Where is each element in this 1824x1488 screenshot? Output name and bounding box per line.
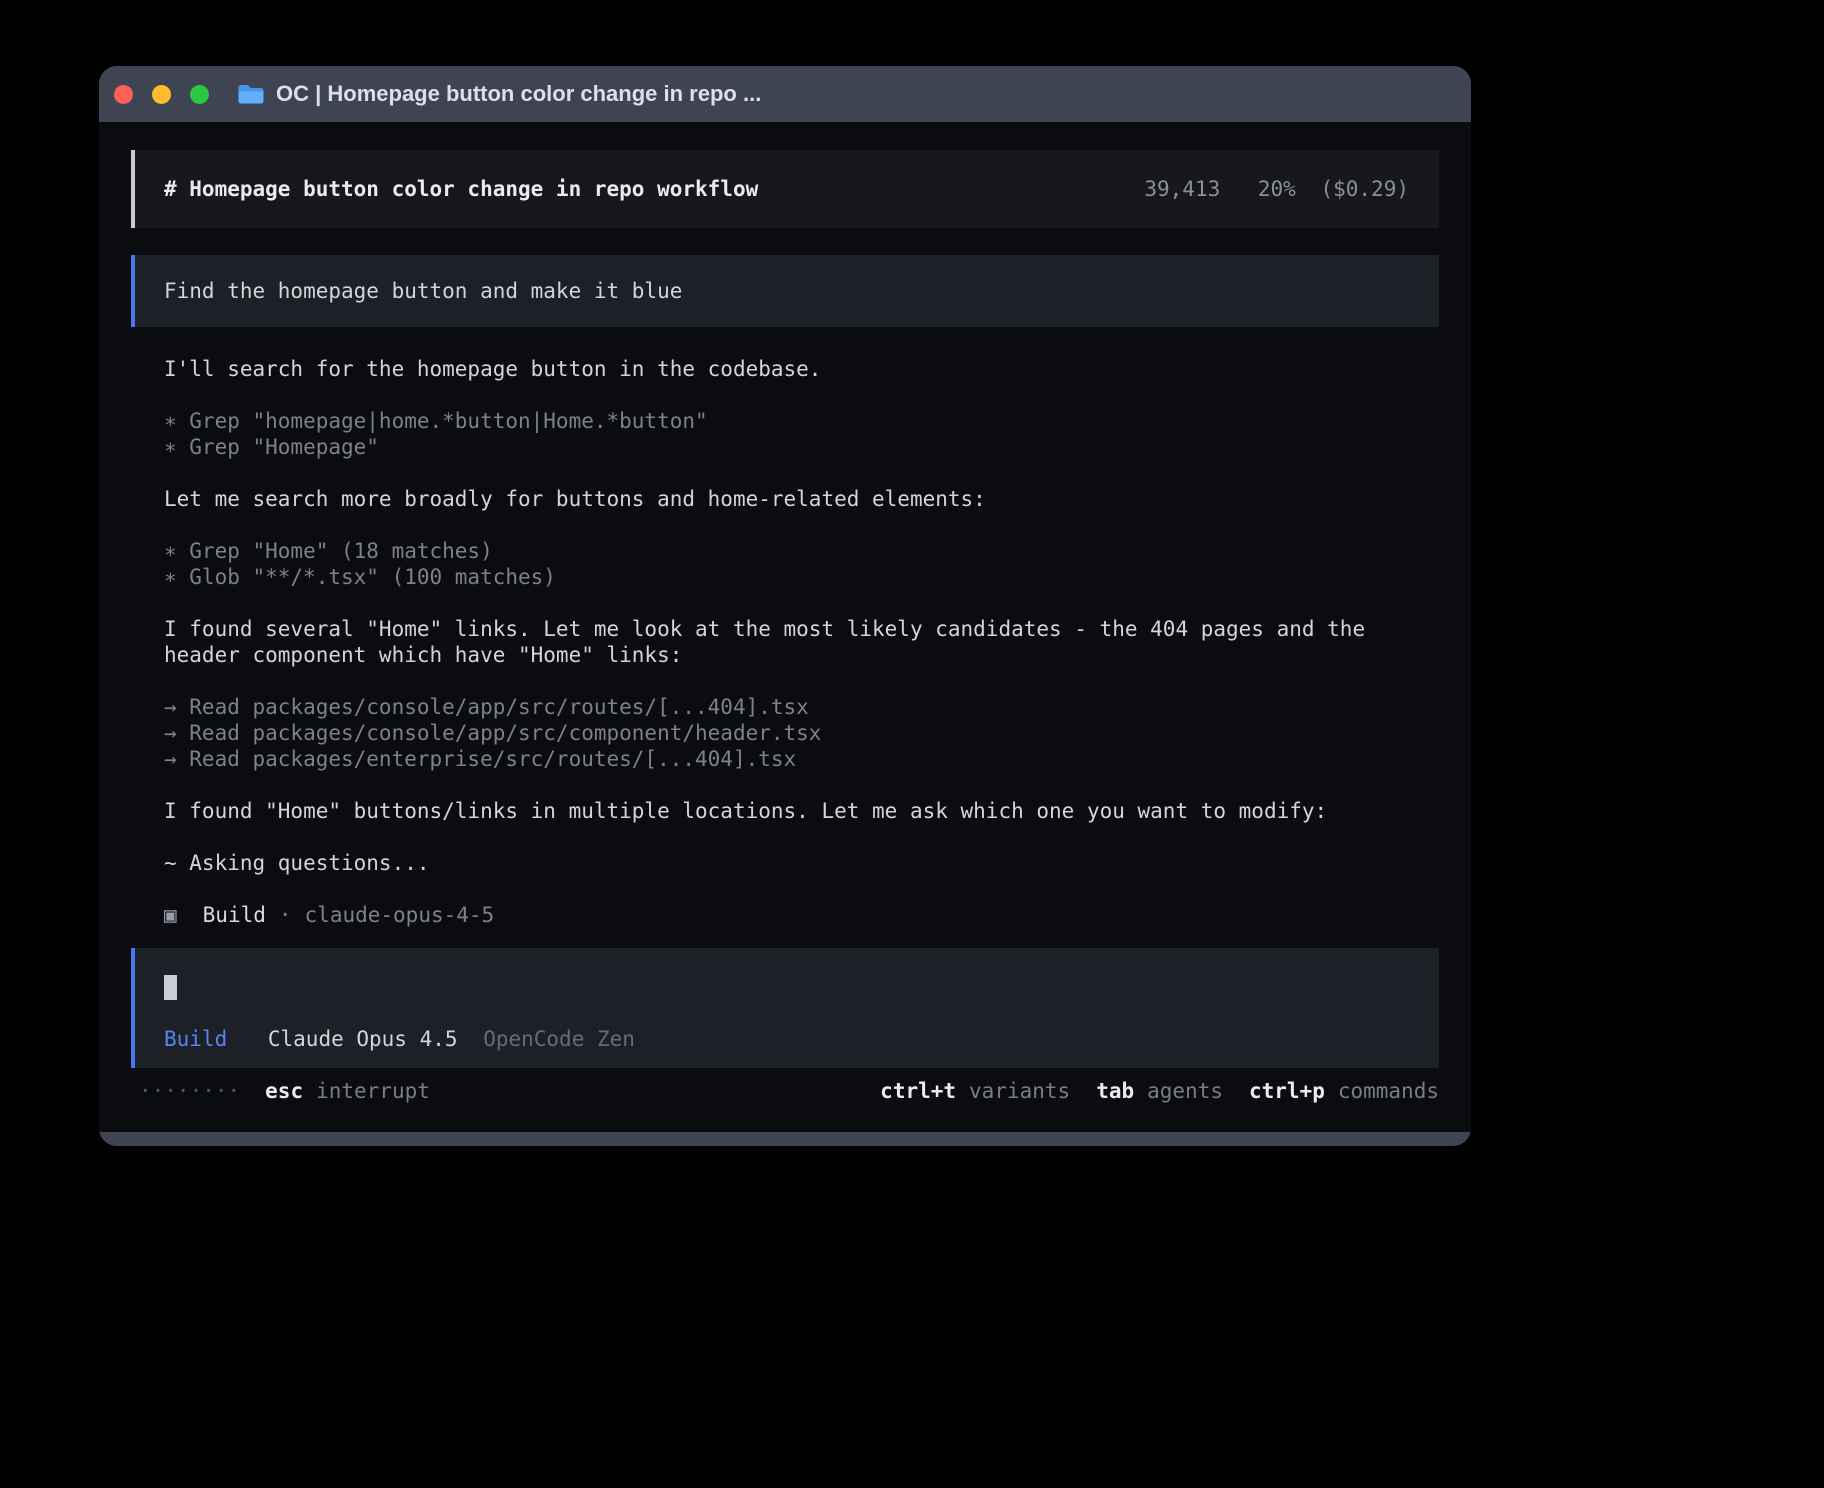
assistant-message: I found "Home" buttons/links in multiple… [164,798,1439,824]
tool-call: → Read packages/console/app/src/routes/[… [164,694,1439,720]
session-metrics: 39,413 20% ($0.29) [1144,176,1409,202]
prompt-line[interactable] [164,975,1410,1001]
session-cost: ($0.29) [1320,177,1409,201]
hint-agents: tabagents [1096,1078,1223,1104]
assistant-message: I found several "Home" links. Let me loo… [164,616,1439,668]
titlebar: OC | Homepage button color change in rep… [99,66,1471,122]
statusbar-right: ctrl+tvariants tabagents ctrl+pcommands [880,1078,1439,1104]
progress-spinner-dots: ········ [139,1078,240,1104]
assistant-message: Let me search more broadly for buttons a… [164,486,1439,512]
tool-call-group: ∗ Grep "homepage|home.*button|Home.*butt… [164,408,1439,460]
tool-call: → Read packages/console/app/src/componen… [164,720,1439,746]
folder-icon [237,83,265,106]
zoom-button[interactable] [190,85,209,104]
ctrl-t-key-label: ctrl+t [880,1079,956,1103]
user-message: Find the homepage button and make it blu… [131,255,1439,327]
tool-call-group: → Read packages/console/app/src/routes/[… [164,694,1439,772]
window-title: OC | Homepage button color change in rep… [276,81,761,107]
token-count: 39,413 [1144,177,1220,201]
prompt-input[interactable]: Build Claude Opus 4.5 OpenCode Zen [131,948,1439,1068]
window-bottom-edge [99,1132,1471,1146]
assistant-message: I'll search for the homepage button in t… [164,356,1439,382]
hint-commands: ctrl+pcommands [1249,1078,1439,1104]
agent-name: Build [203,902,266,928]
tool-call: → Read packages/enterprise/src/routes/[.… [164,746,1439,772]
ctrl-p-key-label: ctrl+p [1249,1079,1325,1103]
terminal-content: # Homepage button color change in repo w… [99,122,1471,1132]
transcript: I'll search for the homepage button in t… [131,327,1439,928]
statusbar: ········ escinterrupt ctrl+tvariants tab… [131,1078,1439,1104]
tool-call: ∗ Glob "**/*.tsx" (100 matches) [164,564,1439,590]
active-agent-label[interactable]: Build [164,1027,227,1051]
traffic-lights [114,85,209,104]
session-title: # Homepage button color change in repo w… [164,176,758,202]
separator-dot: · [279,902,292,928]
working-status: ~ Asking questions... [164,850,1439,876]
model-line: Build Claude Opus 4.5 OpenCode Zen [164,1026,1410,1052]
esc-key-label: esc [265,1079,303,1103]
agent-icon: ▣ [164,902,177,928]
user-message-text: Find the homepage button and make it blu… [164,279,682,303]
close-button[interactable] [114,85,133,104]
minimize-button[interactable] [152,85,171,104]
tool-call: ∗ Grep "Home" (18 matches) [164,538,1439,564]
model-provider-label: OpenCode Zen [483,1027,635,1051]
active-model-label[interactable]: Claude Opus 4.5 [268,1027,458,1051]
context-percent: 20% [1258,177,1296,201]
tab-key-label: tab [1096,1079,1134,1103]
session-header: # Homepage button color change in repo w… [131,150,1439,228]
agent-status-line: ▣ Build · claude-opus-4-5 [164,902,1439,928]
tool-call: ∗ Grep "homepage|home.*button|Home.*butt… [164,408,1439,434]
terminal-window: OC | Homepage button color change in rep… [99,66,1471,1146]
tool-call: ∗ Grep "Homepage" [164,434,1439,460]
agent-model: claude-opus-4-5 [305,902,495,928]
tool-call-group: ∗ Grep "Home" (18 matches) ∗ Glob "**/*.… [164,538,1439,590]
hint-interrupt: escinterrupt [265,1078,430,1104]
hint-variants: ctrl+tvariants [880,1078,1070,1104]
text-cursor [164,975,177,1000]
